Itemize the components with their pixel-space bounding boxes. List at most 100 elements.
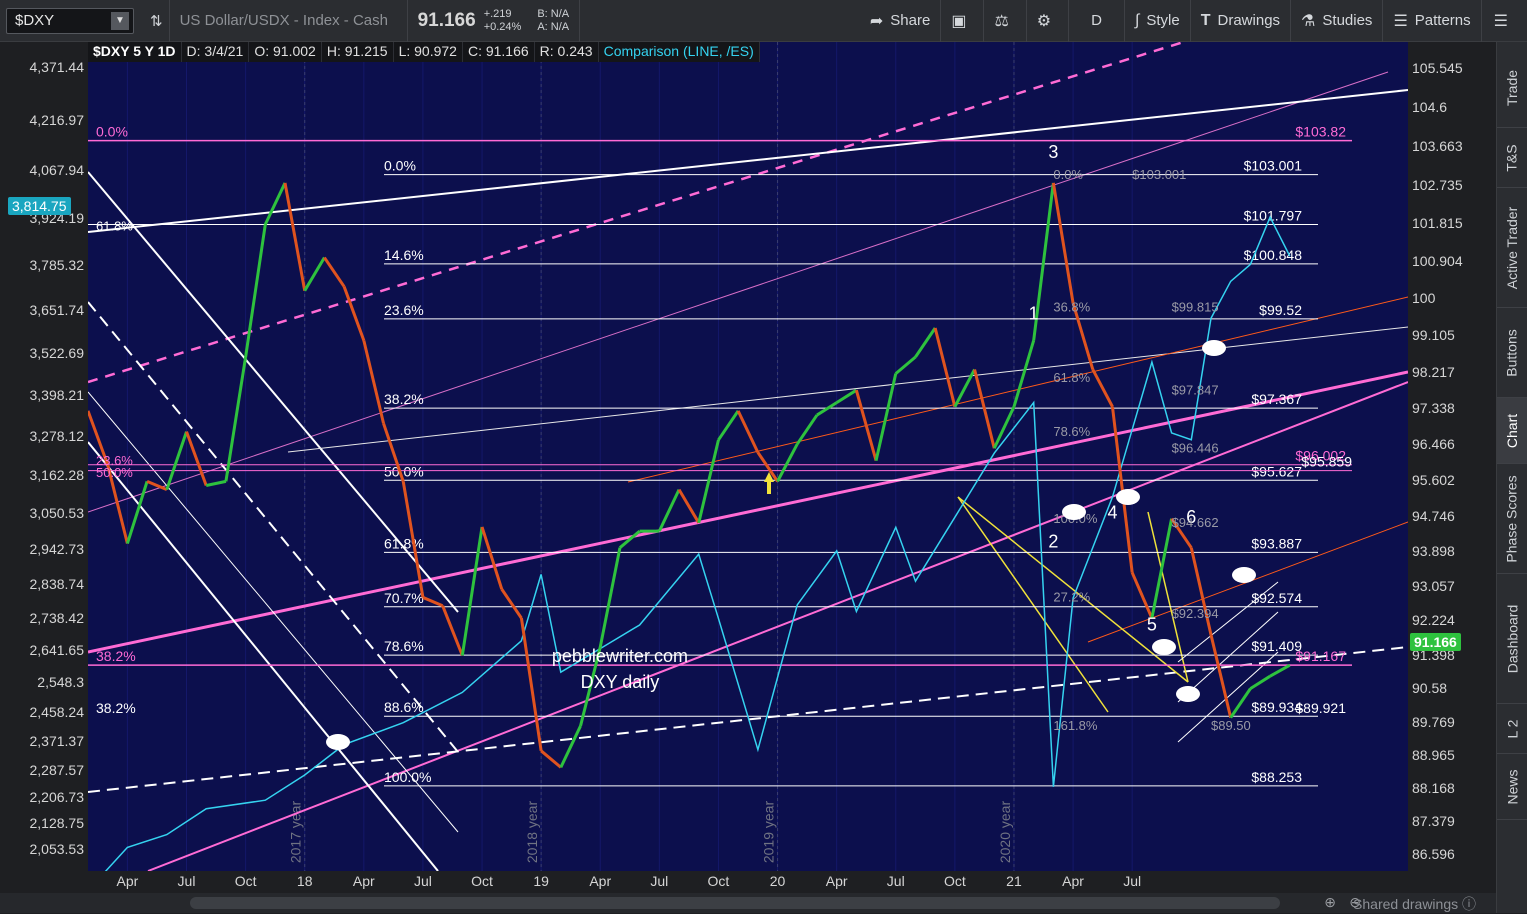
gear-icon: ⚙ [1036,12,1052,30]
right-price-axis[interactable]: 105.545 104.6 103.663 102.735 101.815 100.904… [1408,42,1496,871]
annotation-label: 27.2% [1053,590,1090,605]
chart-title: DXY daily [581,672,660,692]
fib-level-label: 70.7% [384,590,424,606]
period-button[interactable]: D [1069,0,1125,42]
dxy-price-segment [1012,340,1036,408]
settings-button[interactable]: ⚙ [1027,0,1070,42]
side-tab[interactable]: T&S [1497,128,1527,188]
side-tab[interactable]: Dashboard [1497,574,1527,704]
right-axis-tick: 94.746 [1412,507,1455,524]
annotation-label: $96.446 [1172,440,1219,455]
time-axis-tick: Jul [413,873,432,889]
marker-oval [1176,686,1200,702]
side-tab[interactable]: Buttons [1497,308,1527,398]
menu-button[interactable]: ☰ [1482,0,1527,42]
marker-oval [1062,504,1086,520]
dxy-price-segment [816,401,838,417]
year-label: 2020 year [997,801,1013,864]
scrollbar[interactable]: ⊕ ⊖ Shared drawings ⓘ [0,893,1496,913]
wave-label: 1 [1029,304,1039,324]
share-button[interactable]: ➦ Share [860,0,942,42]
style-button[interactable]: ∫ Style [1125,0,1191,42]
bid-value: B: N/A [537,7,570,20]
side-tab[interactable]: L 2 [1497,704,1527,754]
time-axis-tick: Oct [943,873,966,889]
pink-level-value: $91.167 [1295,648,1346,664]
left-axis-tick: 3,050.53 [29,504,85,521]
header-date: D: 3/4/21 [181,42,250,62]
dxy-price-segment [441,605,464,657]
annotation-label: $99.815 [1172,299,1219,314]
side-tab[interactable]: Trade [1497,48,1527,128]
camera-icon: ▣ [951,12,967,30]
left-axis-tick: 2,738.42 [29,609,85,626]
fib-level-label: 78.6% [384,638,424,654]
fib-level-label: 38.2% [384,391,424,407]
dxy-price-segment [205,479,227,487]
side-tab-label: Trade [1504,69,1520,106]
dxy-price-segment [914,327,937,358]
shared-drawings[interactable]: Shared drawings ⓘ [1353,894,1476,914]
chevron-down-icon[interactable]: ▼ [111,11,129,30]
left-axis-tick: 2,641.65 [29,642,85,659]
left-axis-tick: 2,838.74 [29,575,85,592]
left-axis-tick: 2,206.73 [29,788,85,805]
scroll-thumb[interactable] [190,897,1280,909]
dxy-price-segment [559,725,582,769]
right-axis-tick: 100 [1412,289,1436,306]
dxy-price-segment [1189,547,1213,636]
time-axis-tick: 20 [769,873,786,889]
right-axis-tick: 98.217 [1412,363,1455,380]
dxy-price-segment [736,410,760,453]
side-tab-label: Phase Scores [1504,474,1521,563]
snapshot-button[interactable]: ▣ [941,0,985,42]
side-tab[interactable]: Active Trader [1497,188,1527,308]
last-price: 91.166 [417,9,476,31]
drawings-label: Drawings [1217,12,1281,29]
help-icon[interactable]: ⓘ [1462,896,1476,912]
time-axis[interactable]: Apr Jul Oct 18 Apr Jul Oct 19 Apr Jul Oct 20 Apr Jul O… [88,871,1408,893]
right-axis-tick: 88.965 [1412,747,1455,764]
side-tab[interactable]: Chart [1497,398,1527,464]
left-current-value-badge: 3,814.75 [8,197,71,215]
time-axis-tick: Apr [352,873,375,889]
right-axis-tick: 93.898 [1412,542,1455,559]
annotation-label: $92.394 [1172,606,1219,621]
dxy-price-segment [480,526,504,590]
zoom-in-icon[interactable]: ⊕ [1324,894,1336,911]
left-price-axis[interactable]: 4,371.44 4,216.97 4,067.94 3,924.19 3,785.32… [0,42,88,871]
side-tab[interactable]: Phase Scores [1497,464,1527,574]
time-axis-tick: Apr [1062,873,1084,889]
studies-button[interactable]: ⚗ Studies [1291,0,1384,42]
net-change: +.219 [483,7,512,20]
dxy-price-segment [1269,663,1291,678]
flask-icon: ⚖ [994,12,1009,30]
dxy-price-segment [973,369,996,449]
patterns-button[interactable]: ☰ Patterns [1383,0,1482,42]
chart-area: 4,371.44 4,216.97 4,067.94 3,924.19 3,785.32… [0,42,1496,913]
chart-symbol[interactable]: $DXY 5 Y 1D [88,42,182,62]
dxy-price-segment [657,489,681,532]
left-axis-tick: 2,371.37 [29,733,85,750]
year-label: 2018 year [524,801,540,864]
lab-button[interactable]: ⚖ [984,0,1027,42]
plot-area[interactable]: 2017 year 2018 year 2019 year 2020 year 0.0%… [88,42,1408,871]
left-axis-tick: 3,398.21 [29,387,85,404]
left-axis-tick: 2,942.73 [29,540,85,557]
side-tab[interactable]: News [1497,754,1527,820]
fib-level-label: 61.8% [384,535,424,551]
fib-level-value: $88.253 [1251,769,1302,785]
right-axis-tick: 105.545 [1412,60,1463,77]
drawings-button[interactable]: T Drawings [1191,0,1292,42]
right-axis-tick: 88.168 [1412,780,1455,797]
channel-line [88,89,1408,233]
pink-level-label: 38.2% [96,648,136,664]
header-comparison[interactable]: Comparison (LINE, /ES) [598,42,760,62]
dxy-price-segment [933,327,957,408]
period-label: D [1091,12,1102,29]
annotation-label: 161.8% [1053,718,1098,733]
symbol-input[interactable]: $DXY ▼ [6,7,134,34]
left-axis-tick: 2,128.75 [29,815,85,832]
link-icon[interactable]: ⇅ [144,0,170,42]
side-tabs: Trade T&S Active Trader Buttons Chart Phase S… [1496,42,1527,913]
